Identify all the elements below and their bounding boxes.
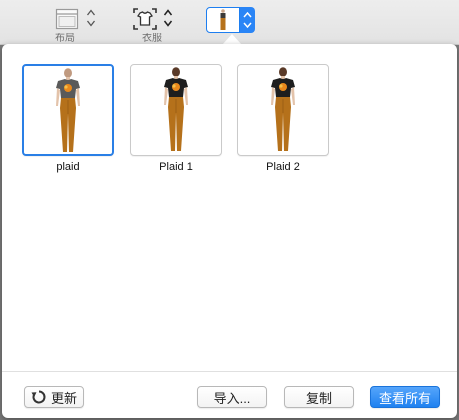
preset-tool[interactable]	[206, 6, 255, 36]
copy-button[interactable]: 复制	[284, 386, 354, 408]
preset-stepper[interactable]	[240, 7, 255, 33]
preset-label: plaid	[56, 161, 80, 173]
preset-item-plaid-1[interactable]	[130, 64, 222, 156]
outfit-tool-label: 衣服	[142, 33, 162, 43]
outfit-figure-icon	[56, 68, 80, 152]
view-all-button[interactable]: 查看所有	[370, 386, 440, 408]
window-layout-icon	[55, 6, 81, 32]
import-button[interactable]: 导入...	[197, 386, 267, 408]
outfit-tool[interactable]	[132, 6, 173, 36]
refresh-icon	[31, 389, 47, 405]
layout-tool[interactable]	[55, 6, 96, 36]
preset-popover: plaid Plaid 1 Plaid 2 更新 导入... 复制 查看所有	[2, 44, 457, 418]
preset-label: Plaid 2	[266, 161, 300, 173]
preset-thumbnail	[206, 7, 240, 33]
footer-divider	[2, 371, 457, 372]
outfit-figure-icon	[271, 67, 295, 151]
refresh-label: 更新	[50, 390, 77, 406]
preset-item-plaid-2[interactable]	[237, 64, 329, 156]
tshirt-scan-icon	[132, 6, 158, 32]
refresh-button[interactable]: 更新	[24, 386, 84, 408]
outfit-figure-icon	[164, 67, 188, 151]
layout-tool-label: 布局	[55, 33, 75, 43]
outfit-stepper[interactable]	[163, 6, 173, 30]
layout-stepper[interactable]	[86, 6, 96, 30]
preset-label: Plaid 1	[159, 161, 193, 173]
preset-item-plaid[interactable]	[22, 64, 114, 156]
